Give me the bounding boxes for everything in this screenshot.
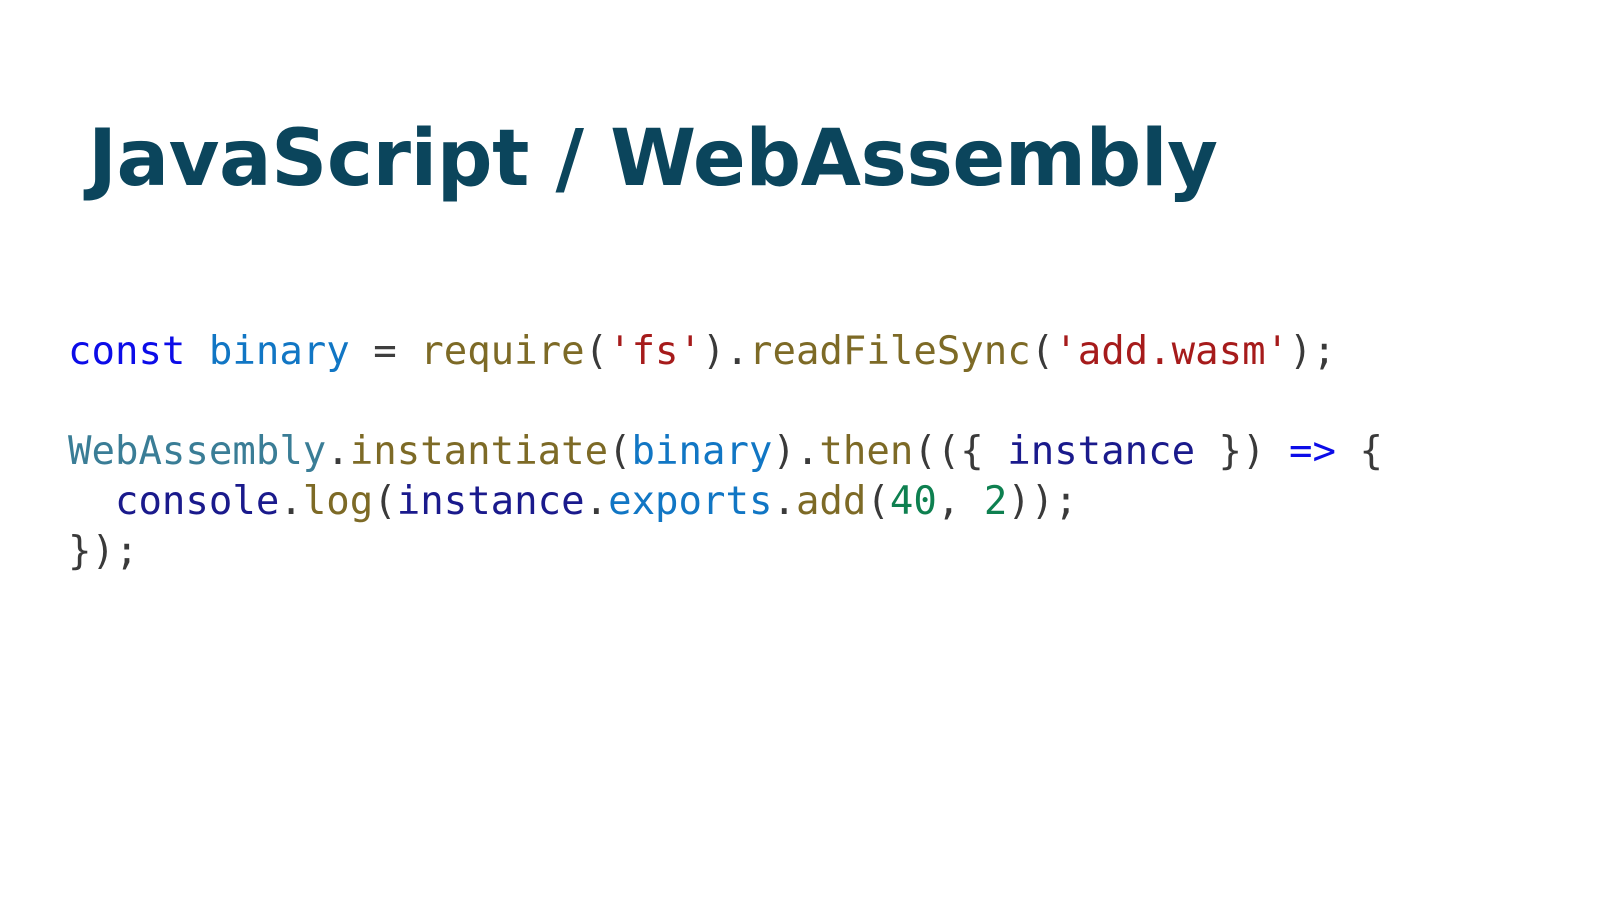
code-line: WebAssembly.instantiate(binary).then(({ … (68, 427, 1383, 477)
code-token-string: 'fs' (608, 329, 703, 374)
code-token-func: readFileSync (748, 329, 1031, 374)
code-token-punct: ) (772, 429, 796, 474)
code-token-propblue: exports (608, 479, 773, 524)
code-token-varblue: binary (208, 329, 350, 374)
code-token-punct: }); (68, 529, 139, 574)
code-token-punct: ( (1030, 329, 1055, 374)
code-token-punct: (({ (913, 429, 1008, 474)
code-token-punct: ( (373, 479, 397, 524)
code-token-punct: . (326, 429, 350, 474)
code-token-func: add (795, 479, 867, 524)
page-title: JavaScript / WebAssembly (88, 114, 1218, 205)
code-token-punct: ( (584, 329, 609, 374)
code-token-punct: ( (866, 479, 890, 524)
code-token-punct: . (795, 429, 820, 474)
code-line: }); (68, 527, 1383, 577)
code-token-string: 'add.wasm' (1054, 329, 1290, 374)
code-token-punct: . (279, 479, 303, 524)
code-token-arrow: => (1289, 429, 1336, 474)
code-token-operator: = (373, 329, 397, 374)
code-block: const binary = require('fs').readFileSyn… (68, 327, 1383, 577)
code-token-number: 2 (983, 479, 1008, 524)
code-token-punct: { (1335, 429, 1383, 474)
code-token-punct: ) (1289, 329, 1313, 374)
code-token-navy: instance (1007, 429, 1196, 474)
code-token-func: instantiate (349, 429, 609, 474)
code-token-punct: . (725, 329, 749, 374)
code-token-func: log (302, 479, 374, 524)
code-line: console.log(instance.exports.add(40, 2))… (68, 477, 1383, 527)
code-token-punct: ( (608, 429, 632, 474)
code-token-navy: console (114, 479, 280, 524)
code-token-punct: ; (1312, 329, 1337, 374)
slide-root: JavaScript / WebAssembly const binary = … (0, 0, 1600, 900)
code-token-punct: )); (1007, 479, 1078, 524)
code-token-punct: , (936, 479, 984, 524)
code-token-keyword: const (68, 329, 186, 374)
code-token-punct: ) (702, 329, 726, 374)
code-token-navy: instance (396, 479, 585, 524)
code-token-func: then (819, 429, 914, 474)
code-token-varblue: binary (631, 429, 773, 474)
code-token-builtin: WebAssembly (68, 429, 327, 474)
code-line: const binary = require('fs').readFileSyn… (68, 327, 1383, 377)
code-token-punct: }) (1195, 429, 1289, 474)
code-token-func: require (420, 329, 585, 374)
code-token-punct: . (772, 479, 796, 524)
code-token-punct: . (584, 479, 609, 524)
code-token-number: 40 (889, 479, 937, 524)
